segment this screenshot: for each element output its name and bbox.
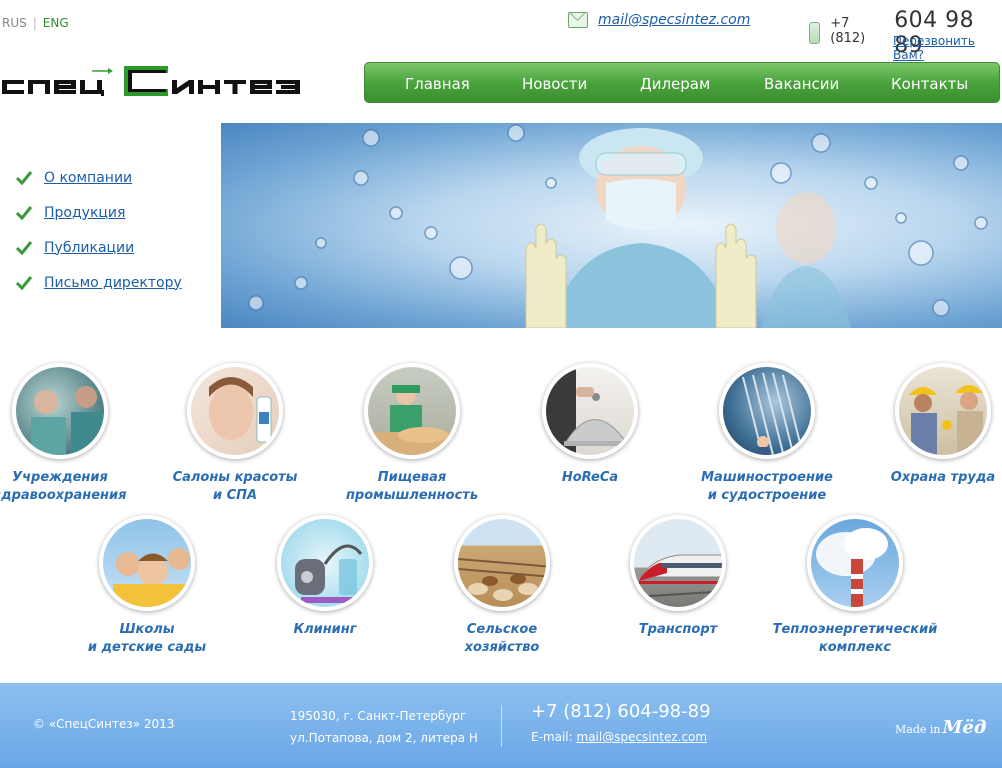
- header-email-link[interactable]: mail@specsintez.com: [598, 12, 750, 28]
- footer-copyright: © «СпецСинтез» 2013: [33, 717, 175, 731]
- category-heat-power[interactable]: Теплоэнергетический комплекс: [755, 515, 955, 657]
- nav-item-home[interactable]: Главная: [405, 75, 470, 93]
- category-transport[interactable]: Транспорт: [578, 515, 778, 639]
- nav-item-contacts[interactable]: Контакты: [891, 75, 968, 93]
- category-label-transport[interactable]: Транспорт: [578, 621, 778, 639]
- mobile-phone-icon: [809, 22, 821, 44]
- category-image-heat-power[interactable]: [807, 515, 903, 611]
- sidebar-item-products[interactable]: Продукция: [14, 195, 182, 230]
- footer-email: E-mail: mail@specsintez.com: [531, 730, 707, 744]
- sidebar-link-products[interactable]: Продукция: [44, 205, 125, 221]
- category-horeca[interactable]: HoReCa: [490, 363, 690, 487]
- nav-item-news[interactable]: Новости: [522, 75, 587, 93]
- category-agriculture[interactable]: Сельское хозяйство: [402, 515, 602, 657]
- category-label-labor-safety[interactable]: Охрана труда: [843, 469, 1002, 487]
- category-label-horeca[interactable]: HoReCa: [490, 469, 690, 487]
- made-in-med-credit[interactable]: Made in Мёд: [895, 717, 986, 738]
- made-in-label: Made in: [895, 723, 941, 736]
- category-image-transport[interactable]: [630, 515, 726, 611]
- footer: © «СпецСинтез» 2013 195030, г. Санкт-Пет…: [0, 683, 1002, 768]
- checkmark-icon: [15, 205, 33, 220]
- category-image-beauty-salons[interactable]: [187, 363, 283, 459]
- footer-address: 195030, г. Санкт-Петербург ул.Потапова, …: [290, 705, 478, 749]
- language-switcher: RUS | ENG: [2, 16, 69, 30]
- lang-rus-link[interactable]: RUS: [2, 16, 27, 30]
- category-image-agriculture[interactable]: [454, 515, 550, 611]
- category-image-horeca[interactable]: [542, 363, 638, 459]
- sidebar-link-letter-to-director[interactable]: Письмо директору: [44, 275, 182, 291]
- footer-address-line2: ул.Потапова, дом 2, литера Н: [290, 731, 478, 745]
- category-label-cleaning[interactable]: Клининг: [225, 621, 425, 639]
- category-food-industry[interactable]: Пищевая промышленность: [312, 363, 512, 505]
- category-image-schools-kindergartens[interactable]: [99, 515, 195, 611]
- nav-item-dealers[interactable]: Дилерам: [640, 75, 710, 93]
- sidebar-link-about[interactable]: О компании: [44, 170, 132, 186]
- category-label-agriculture[interactable]: Сельское хозяйство: [402, 621, 602, 657]
- checkmark-icon: [15, 275, 33, 290]
- sidebar-item-letter-to-director[interactable]: Письмо директору: [14, 265, 182, 300]
- header-email: mail@specsintez.com: [568, 12, 750, 28]
- category-schools-kindergartens[interactable]: Школы и детские сады: [47, 515, 247, 657]
- footer-divider: [501, 705, 502, 747]
- category-machinery-shipbuilding[interactable]: Машиностроение и судостроение: [667, 363, 867, 505]
- hero-banner: [221, 123, 1002, 328]
- main-navigation: Главная Новости Дилерам Вакансии Контакт…: [364, 62, 1000, 103]
- nav-item-vacancies[interactable]: Вакансии: [764, 75, 839, 93]
- sidebar-item-publications[interactable]: Публикации: [14, 230, 182, 265]
- footer-phone: +7 (812) 604-98-89: [531, 701, 711, 722]
- category-image-healthcare[interactable]: [12, 363, 108, 459]
- checkmark-icon: [15, 240, 33, 255]
- footer-email-link[interactable]: mail@specsintez.com: [577, 730, 708, 744]
- footer-email-label: E-mail:: [531, 730, 573, 744]
- category-cleaning[interactable]: Клининг: [225, 515, 425, 639]
- category-label-heat-power[interactable]: Теплоэнергетический комплекс: [755, 621, 955, 657]
- logo[interactable]: [0, 62, 330, 102]
- sidebar-menu: О компании Продукция Публикации Письмо д…: [14, 160, 182, 300]
- category-image-cleaning[interactable]: [277, 515, 373, 611]
- checkmark-icon: [15, 170, 33, 185]
- category-image-machinery-shipbuilding[interactable]: [719, 363, 815, 459]
- category-image-food-industry[interactable]: [364, 363, 460, 459]
- lang-eng-link[interactable]: ENG: [43, 16, 69, 30]
- category-image-labor-safety[interactable]: [895, 363, 991, 459]
- sidebar-link-publications[interactable]: Публикации: [44, 240, 134, 256]
- envelope-icon: [568, 12, 588, 28]
- category-label-beauty-salons[interactable]: Салоны красоты и СПА: [135, 469, 335, 505]
- category-label-food-industry[interactable]: Пищевая промышленность: [312, 469, 512, 505]
- category-label-machinery-shipbuilding[interactable]: Машиностроение и судостроение: [667, 469, 867, 505]
- sidebar-item-about[interactable]: О компании: [14, 160, 182, 195]
- category-label-schools-kindergartens[interactable]: Школы и детские сады: [47, 621, 247, 657]
- category-labor-safety[interactable]: Охрана труда: [843, 363, 1002, 487]
- made-in-brand: Мёд: [942, 717, 987, 738]
- lang-separator: |: [32, 16, 37, 30]
- callback-link[interactable]: Перезвонить Вам?: [893, 34, 1002, 62]
- category-beauty-salons[interactable]: Салоны красоты и СПА: [135, 363, 335, 505]
- phone-code: +7 (812): [830, 16, 866, 46]
- footer-address-line1: 195030, г. Санкт-Петербург: [290, 709, 467, 723]
